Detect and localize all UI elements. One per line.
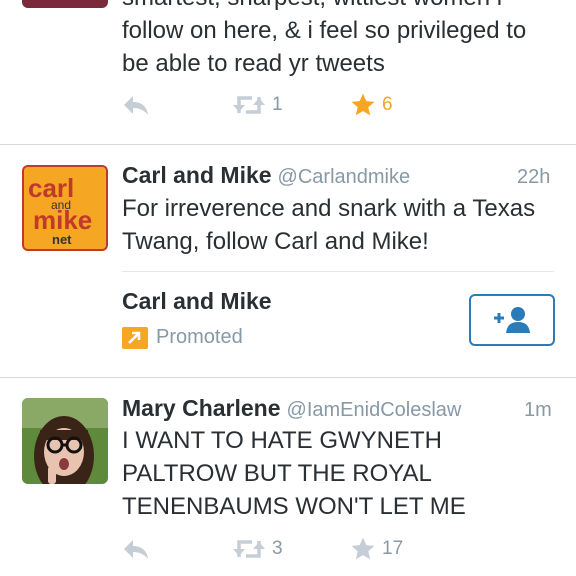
- follow-button[interactable]: [469, 294, 555, 346]
- favorite-button[interactable]: 17: [350, 535, 403, 563]
- tweet-text: I WANT TO HATE GWYNETH PALTROW BUT THE R…: [122, 424, 562, 523]
- favorite-count: 6: [382, 94, 393, 115]
- tweet-divider: [0, 144, 576, 145]
- tweet-text-line: For irreverence and snark with a Texas: [122, 195, 536, 222]
- tweet-actions: 3 17: [122, 535, 462, 563]
- retweet-count: 1: [272, 94, 283, 115]
- logo-text-mike: mike: [33, 205, 92, 235]
- logo-text-net: net: [52, 232, 72, 247]
- promoted-line: Promoted: [122, 326, 243, 349]
- tweet-header: Mary Charlene @IamEnidColeslaw: [122, 395, 461, 422]
- tweet-text-line: PALTROW BUT THE ROYAL: [122, 460, 432, 487]
- favorite-button[interactable]: 6: [350, 91, 393, 119]
- reply-icon: [124, 96, 148, 115]
- tweet-text-line: Twang, follow Carl and Mike!: [122, 228, 429, 255]
- retweet-button[interactable]: 1: [232, 91, 283, 119]
- retweet-count: 3: [272, 538, 283, 559]
- reply-icon: [124, 540, 148, 559]
- tweet-time: 1m: [524, 399, 552, 421]
- retweet-icon: [233, 540, 265, 558]
- reply-button[interactable]: [122, 535, 150, 563]
- tweet-time: 22h: [517, 166, 551, 188]
- retweet-button[interactable]: 3: [232, 535, 283, 563]
- tweet-text-line: TENENBAUMS WON'T LET ME: [122, 493, 466, 520]
- carl-and-mike-logo: carl and mike net: [24, 167, 106, 249]
- tweet-text-line: follow on here, & i feel so privileged t…: [122, 17, 527, 44]
- avatar[interactable]: [22, 398, 108, 484]
- avatar[interactable]: carl and mike net: [22, 165, 108, 251]
- tweet-text-line: be able to read yr tweets: [122, 50, 385, 77]
- promoted-account-name[interactable]: Carl and Mike: [122, 288, 272, 315]
- tweet-header: Carl and Mike @Carlandmike: [122, 162, 410, 189]
- promo-divider: [122, 271, 554, 272]
- tweet-text-line: smartest, sharpest, wittiest women i: [122, 0, 562, 14]
- user-handle[interactable]: @Carlandmike: [278, 166, 411, 188]
- star-icon: [351, 93, 375, 116]
- star-icon: [351, 537, 375, 560]
- avatar[interactable]: [22, 0, 108, 8]
- tweet-divider: [0, 377, 576, 378]
- user-name[interactable]: Carl and Mike: [122, 162, 272, 188]
- promoted-arrow-icon: [122, 326, 148, 349]
- promoted-label: Promoted: [156, 326, 243, 348]
- tweet-text: For irreverence and snark with a Texas T…: [122, 192, 562, 258]
- favorite-count: 17: [382, 538, 404, 559]
- reply-button[interactable]: [122, 91, 150, 119]
- user-handle[interactable]: @IamEnidColeslaw: [287, 399, 462, 421]
- retweet-icon: [233, 96, 265, 114]
- user-name[interactable]: Mary Charlene: [122, 395, 281, 421]
- tweet-actions: 1 6: [122, 91, 462, 119]
- tweet-text: smartest, sharpest, wittiest women i fol…: [122, 0, 562, 80]
- tweet-text-line: I WANT TO HATE GWYNETH: [122, 427, 443, 454]
- follow-user-icon: [494, 307, 530, 333]
- user-photo: [22, 398, 108, 484]
